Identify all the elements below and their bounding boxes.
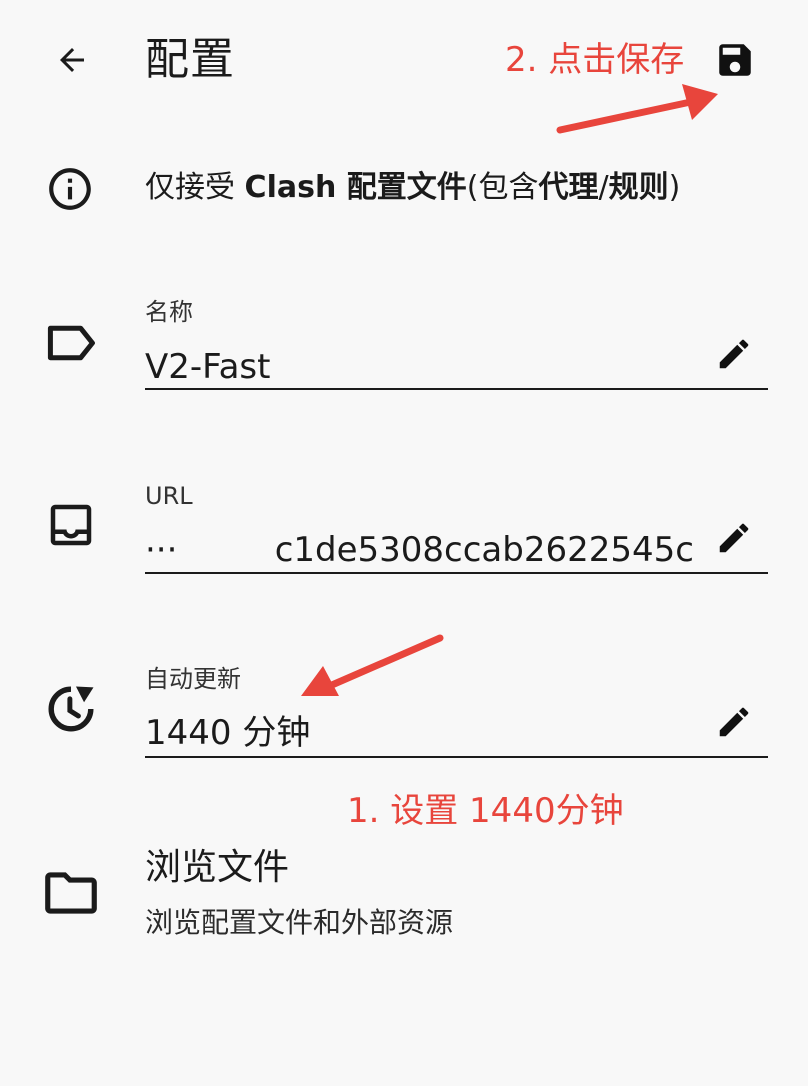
name-field-underline <box>145 388 768 390</box>
save-icon <box>719 44 751 76</box>
edit-pencil-icon <box>719 707 749 737</box>
annotation-step-2: 2. 点击保存 <box>505 40 685 80</box>
info-icon <box>49 168 91 210</box>
auto-update-field[interactable]: 1440 分钟 <box>145 711 705 755</box>
url-field[interactable]: ··· c1de5308ccab2622545c <box>145 528 701 572</box>
update-history-icon <box>48 686 94 732</box>
url-field-underline <box>145 572 768 574</box>
edit-pencil-icon <box>719 339 749 369</box>
annotation-arrow-to-save <box>556 84 718 134</box>
info-text: 仅接受 Clash 配置文件(包含代理/规则) <box>145 170 681 205</box>
edit-auto-update-button[interactable] <box>708 696 760 748</box>
edit-pencil-icon <box>719 523 749 553</box>
name-field[interactable]: V2-Fast <box>145 345 705 389</box>
edit-url-button[interactable] <box>708 512 760 564</box>
url-label: URL <box>145 482 193 510</box>
back-button[interactable] <box>40 28 104 92</box>
label-tag-icon <box>47 325 95 361</box>
folder-icon <box>45 872 97 914</box>
browse-files-title[interactable]: 浏览文件 <box>145 844 289 892</box>
arrow-back-icon <box>60 48 84 72</box>
inbox-icon <box>50 504 92 546</box>
annotation-arrow-to-auto-update <box>301 634 444 696</box>
auto-update-field-underline <box>145 756 768 758</box>
edit-name-button[interactable] <box>708 328 760 380</box>
browse-files-subtitle: 浏览配置文件和外部资源 <box>145 906 454 939</box>
annotation-step-1: 1. 设置 1440分钟 <box>347 791 624 831</box>
page-title: 配置 <box>145 34 235 85</box>
name-label: 名称 <box>145 298 193 326</box>
auto-update-label: 自动更新 <box>145 665 241 693</box>
